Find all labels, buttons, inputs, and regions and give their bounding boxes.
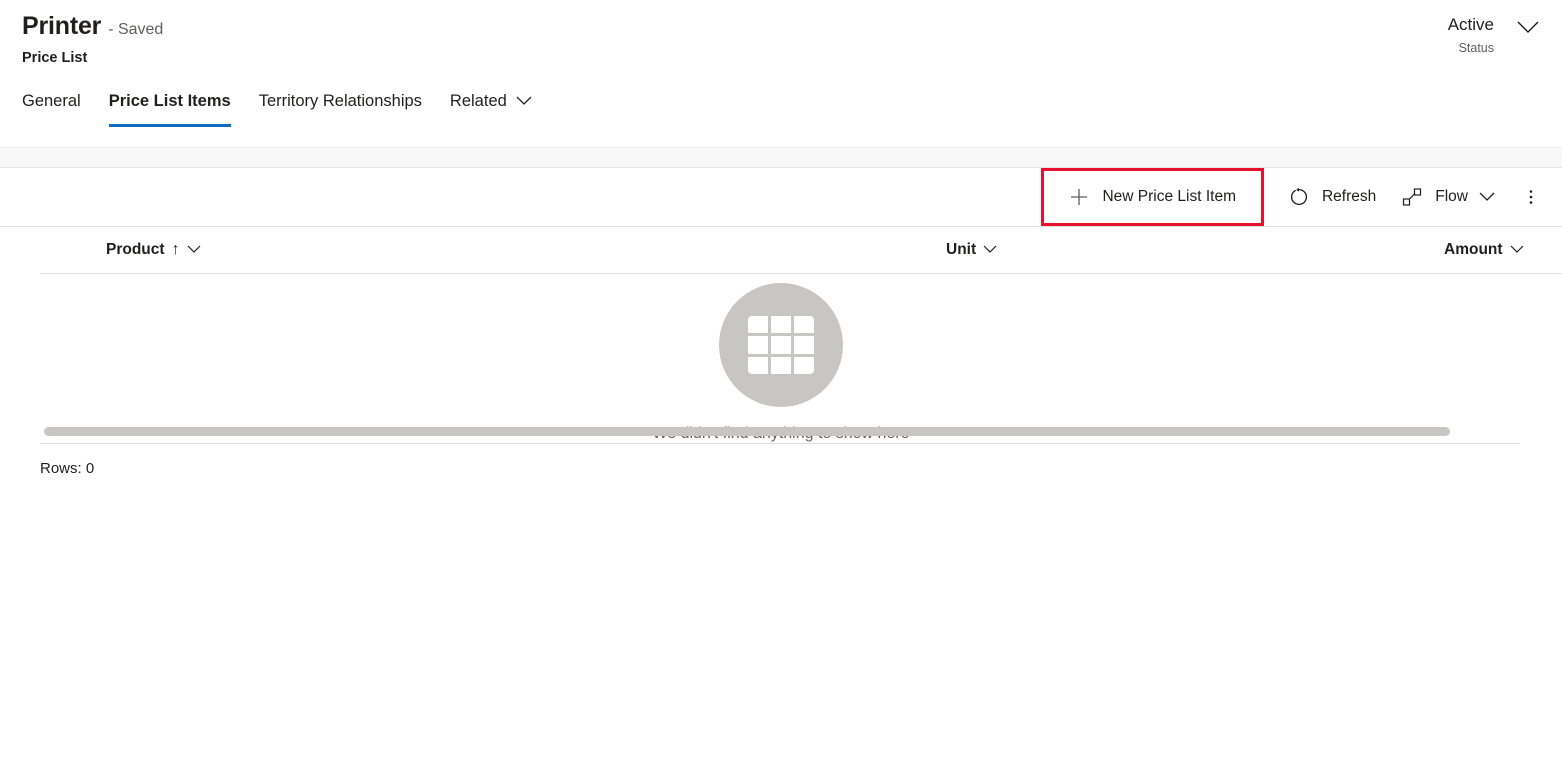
- chevron-down-icon[interactable]: [1510, 241, 1524, 259]
- record-entity-label: Price List: [22, 50, 88, 66]
- refresh-label: Refresh: [1321, 188, 1377, 205]
- column-header-product[interactable]: Product ↑: [106, 227, 201, 273]
- grid-horizontal-scrollbar[interactable]: [44, 427, 1450, 436]
- status-label: Status: [1458, 41, 1494, 55]
- new-price-list-item-button[interactable]: New Price List Item: [1056, 177, 1249, 217]
- refresh-button[interactable]: Refresh: [1276, 177, 1389, 217]
- grid-footer: Rows: 0: [40, 443, 1520, 478]
- tab-general[interactable]: General: [22, 92, 95, 127]
- saved-state-label: - Saved: [108, 21, 164, 38]
- refresh-icon: [1289, 187, 1309, 207]
- chevron-down-icon[interactable]: [983, 241, 997, 259]
- new-price-list-item-label: New Price List Item: [1102, 188, 1236, 205]
- flow-button[interactable]: Flow: [1389, 177, 1508, 217]
- flow-icon: [1402, 187, 1422, 207]
- tab-territory-relationships[interactable]: Territory Relationships: [245, 92, 436, 127]
- record-title-line: Printer - Saved: [22, 14, 163, 39]
- tab-related-label: Related: [449, 92, 507, 110]
- status-text-group: Active Status: [1448, 16, 1494, 55]
- tab-price-list-items-label: Price List Items: [108, 92, 231, 110]
- title-block: Printer - Saved Price List: [22, 14, 163, 67]
- new-price-list-item-highlight: New Price List Item: [1041, 168, 1264, 226]
- chevron-down-icon[interactable]: [187, 241, 201, 259]
- grid-column-headers: Product ↑ Unit Amount: [40, 227, 1562, 274]
- flow-label: Flow: [1435, 188, 1468, 205]
- status-value: Active: [1447, 15, 1494, 34]
- record-header: Printer - Saved Price List Active Status…: [0, 0, 1562, 147]
- plus-icon: [1069, 187, 1089, 207]
- command-bar: New Price List Item Refresh Flow: [0, 168, 1562, 226]
- section-separator-band: [0, 147, 1562, 168]
- page-title: Printer: [22, 12, 102, 40]
- tab-price-list-items[interactable]: Price List Items: [95, 92, 245, 127]
- chevron-down-icon: [1479, 192, 1495, 202]
- tab-territory-relationships-label: Territory Relationships: [258, 92, 422, 110]
- column-header-amount[interactable]: Amount: [1444, 227, 1524, 273]
- column-header-unit-label: Unit: [946, 241, 977, 258]
- column-header-amount-label: Amount: [1444, 241, 1503, 258]
- arrow-up-icon: ↑: [171, 241, 180, 258]
- table-grid-icon: [719, 283, 843, 407]
- tab-related[interactable]: Related: [436, 92, 546, 127]
- grid-horizontal-scrollbar-thumb[interactable]: [44, 427, 1450, 436]
- column-header-unit[interactable]: Unit: [946, 227, 997, 273]
- column-header-product-label: Product: [106, 241, 165, 258]
- grid-empty-state: We didn't find anything to show here: [0, 283, 1562, 443]
- tab-strip: General Price List Items Territory Relat…: [22, 92, 546, 127]
- more-commands-button[interactable]: [1514, 177, 1548, 217]
- rows-count-label: Rows: 0: [40, 460, 95, 477]
- price-list-items-grid: Product ↑ Unit Amount Rows: 0: [0, 226, 1562, 760]
- table-grid-icon-cells: [748, 316, 814, 374]
- chevron-down-icon: [516, 92, 532, 111]
- tab-general-label: General: [22, 92, 81, 110]
- chevron-down-icon[interactable]: [1516, 20, 1540, 34]
- more-vertical-icon: [1521, 187, 1541, 207]
- status-block: Active Status: [1448, 16, 1540, 55]
